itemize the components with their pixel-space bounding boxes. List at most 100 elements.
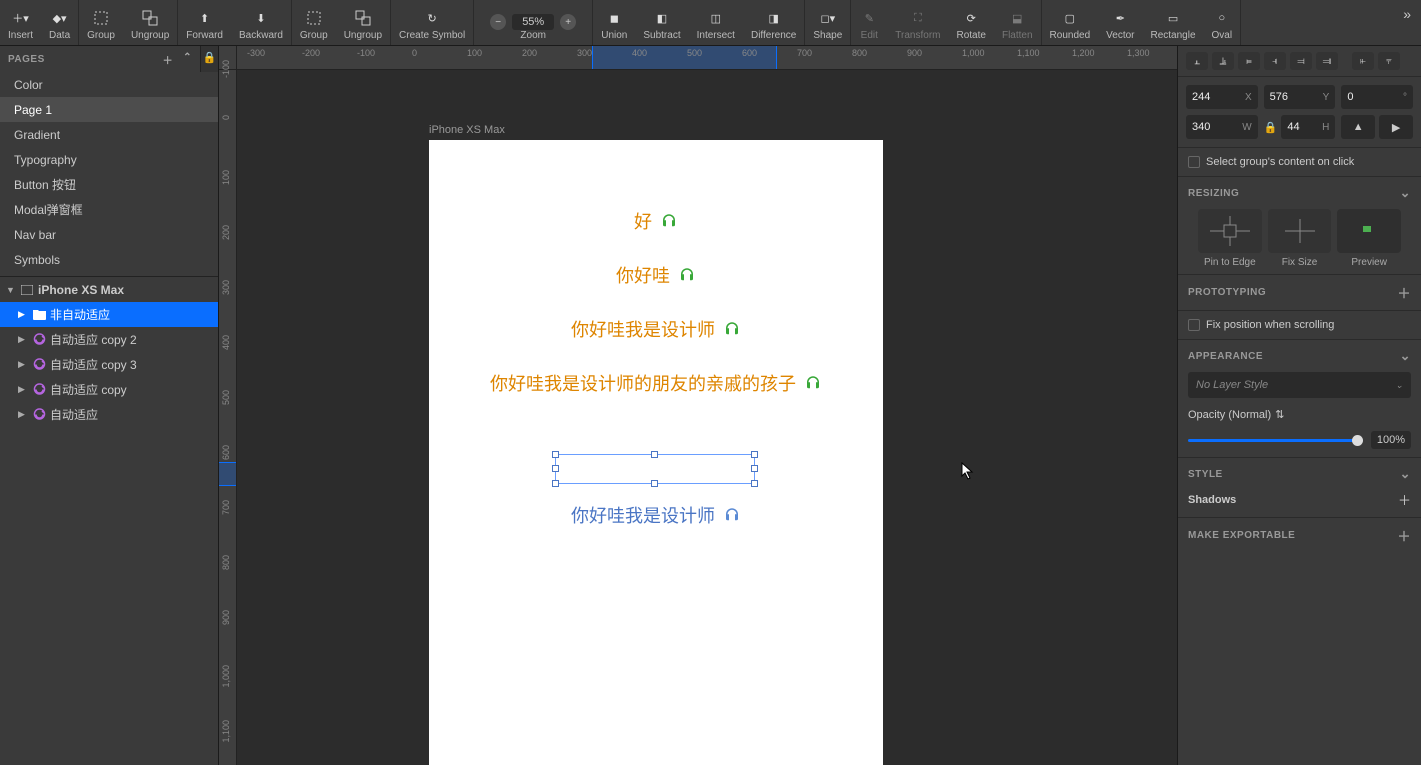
opacity-slider[interactable] [1188, 439, 1363, 442]
collapse-appearance-button[interactable]: ⌄ [1400, 348, 1411, 364]
flip-v-button[interactable]: ▶ [1379, 115, 1413, 139]
selection-handle-w[interactable] [552, 465, 559, 472]
group-tool[interactable]: Group [79, 0, 123, 45]
add-shadow-button[interactable]: ＋ [1398, 490, 1411, 509]
chevron-right-icon[interactable]: ▶ [18, 309, 28, 320]
preview-option[interactable]: Preview [1337, 209, 1401, 274]
page-item-0[interactable]: Color [0, 72, 218, 97]
edit-tool[interactable]: ✎Edit [851, 0, 887, 45]
flip-h-button[interactable]: ▲ [1341, 115, 1375, 139]
x-input[interactable] [1192, 91, 1245, 103]
selection-outline[interactable] [555, 454, 755, 484]
fix-size-option[interactable]: Fix Size [1268, 209, 1332, 274]
zoom-value[interactable]: 55% [512, 14, 554, 30]
zoom-in-button[interactable]: + [560, 14, 576, 30]
align-right-button[interactable]: ⫢ [1238, 52, 1260, 70]
chevron-right-icon[interactable]: ▶ [18, 409, 28, 420]
insert-tool[interactable]: ＋▾ Insert [0, 0, 41, 45]
align-vcenter-button[interactable]: ⫤ [1290, 52, 1312, 70]
artboard-row[interactable]: ▼ iPhone XS Max [0, 277, 218, 302]
collapse-resizing-button[interactable]: ⌄ [1400, 185, 1411, 201]
group2-tool[interactable]: Group [292, 0, 336, 45]
zoom-tool[interactable]: − 55% + Zoom [474, 0, 592, 45]
selection-handle-se[interactable] [751, 480, 758, 487]
y-input[interactable] [1270, 91, 1323, 103]
canvas-text-row-3[interactable]: 你好哇我是设计师的朋友的亲戚的孩子 [429, 370, 883, 396]
pin-to-edge-option[interactable]: Pin to Edge [1198, 209, 1262, 274]
rotate-tool[interactable]: ⟳Rotate [949, 0, 994, 45]
opacity-value[interactable]: 100% [1371, 431, 1411, 449]
canvas-text-row-0[interactable]: 好 [429, 208, 883, 234]
rounded-tool[interactable]: ▢Rounded [1042, 0, 1099, 45]
select-group-content-checkbox[interactable]: Select group's content on click [1178, 148, 1421, 177]
collapse-style-button[interactable]: ⌄ [1400, 466, 1411, 482]
add-export-button[interactable]: ＋ [1397, 526, 1411, 545]
data-tool[interactable]: ◆▾ Data [41, 0, 78, 45]
selection-handle-n[interactable] [651, 451, 658, 458]
x-field[interactable]: X [1186, 85, 1258, 109]
difference-tool[interactable]: ◨Difference [743, 0, 804, 45]
layer-style-dropdown[interactable]: No Layer Style ⌄ [1188, 372, 1411, 398]
chevron-right-icon[interactable]: ▶ [18, 334, 28, 345]
zoom-out-button[interactable]: − [490, 14, 506, 30]
slider-knob[interactable] [1352, 435, 1363, 446]
selection-handle-sw[interactable] [552, 480, 559, 487]
rotation-field[interactable]: ° [1341, 85, 1413, 109]
rectangle-tool[interactable]: ▭Rectangle [1143, 0, 1204, 45]
align-left-button[interactable]: ⫠ [1186, 52, 1208, 70]
canvas-text-row-2[interactable]: 你好哇我是设计师 [429, 316, 883, 342]
oval-tool[interactable]: ○Oval [1204, 0, 1241, 45]
w-input[interactable] [1192, 121, 1242, 133]
layer-row-3[interactable]: ▶自动适应 copy [0, 377, 218, 402]
layer-row-2[interactable]: ▶自动适应 copy 3 [0, 352, 218, 377]
layer-row-0[interactable]: ▶非自动适应 [0, 302, 218, 327]
chevron-right-icon[interactable]: ▶ [18, 359, 28, 370]
opacity-mode-dropdown[interactable]: Opacity (Normal) ⇅ [1188, 408, 1284, 421]
collapse-pages-button[interactable]: ⌃ [183, 52, 192, 67]
vertical-ruler[interactable]: -10001002003004005006007008009001,0001,1… [219, 70, 237, 765]
page-item-4[interactable]: Button 按钮 [0, 172, 218, 197]
backward-tool[interactable]: ⬇ Backward [231, 0, 291, 45]
create-symbol-tool[interactable]: ↻ Create Symbol [391, 0, 473, 45]
flatten-tool[interactable]: ⬓Flatten [994, 0, 1041, 45]
selection-handle-nw[interactable] [552, 451, 559, 458]
intersect-tool[interactable]: ◫Intersect [689, 0, 743, 45]
toolbar-more[interactable]: » [1393, 0, 1421, 28]
shape-tool[interactable]: ◻▾Shape [805, 0, 850, 45]
align-bottom-button[interactable]: ⫥ [1316, 52, 1338, 70]
layer-row-1[interactable]: ▶自动适应 copy 2 [0, 327, 218, 352]
page-item-5[interactable]: Modal弹窗框 [0, 197, 218, 222]
page-item-7[interactable]: Symbols [0, 247, 218, 272]
canvas[interactable]: -300-200-1000100200300400500600700800900… [219, 46, 1177, 765]
ungroup-tool[interactable]: Ungroup [123, 0, 177, 45]
page-item-6[interactable]: Nav bar [0, 222, 218, 247]
subtract-tool[interactable]: ◧Subtract [635, 0, 688, 45]
selection-handle-e[interactable] [751, 465, 758, 472]
vector-tool[interactable]: ✒Vector [1098, 0, 1142, 45]
w-field[interactable]: W [1186, 115, 1258, 139]
selection-handle-ne[interactable] [751, 451, 758, 458]
add-page-button[interactable]: ＋ [163, 52, 174, 67]
y-field[interactable]: Y [1264, 85, 1336, 109]
union-tool[interactable]: ◼Union [593, 0, 635, 45]
align-top-button[interactable]: ⫣ [1264, 52, 1286, 70]
distribute-v-button[interactable]: ⫧ [1378, 52, 1400, 70]
fix-position-checkbox[interactable]: Fix position when scrolling [1178, 311, 1421, 340]
page-item-2[interactable]: Gradient [0, 122, 218, 147]
selection-handle-s[interactable] [651, 480, 658, 487]
page-item-3[interactable]: Typography [0, 147, 218, 172]
page-item-1[interactable]: Page 1 [0, 97, 218, 122]
canvas-text-row-1[interactable]: 你好哇 [429, 262, 883, 288]
align-hcenter-button[interactable]: ⫡ [1212, 52, 1234, 70]
artboard-title[interactable]: iPhone XS Max [429, 124, 505, 136]
horizontal-ruler[interactable]: -300-200-1000100200300400500600700800900… [237, 46, 1177, 70]
layer-row-4[interactable]: ▶自动适应 [0, 402, 218, 427]
lock-icon[interactable]: 🔒 [201, 46, 218, 64]
add-prototyping-button[interactable]: ＋ [1397, 283, 1411, 302]
h-field[interactable]: H [1281, 115, 1335, 139]
lock-aspect-icon[interactable]: 🔒 [1264, 121, 1278, 134]
selected-text-row[interactable]: 你好哇我是设计师 [571, 502, 741, 528]
chevron-right-icon[interactable]: ▶ [18, 384, 28, 395]
h-input[interactable] [1287, 121, 1322, 133]
distribute-h-button[interactable]: ⫦ [1352, 52, 1374, 70]
